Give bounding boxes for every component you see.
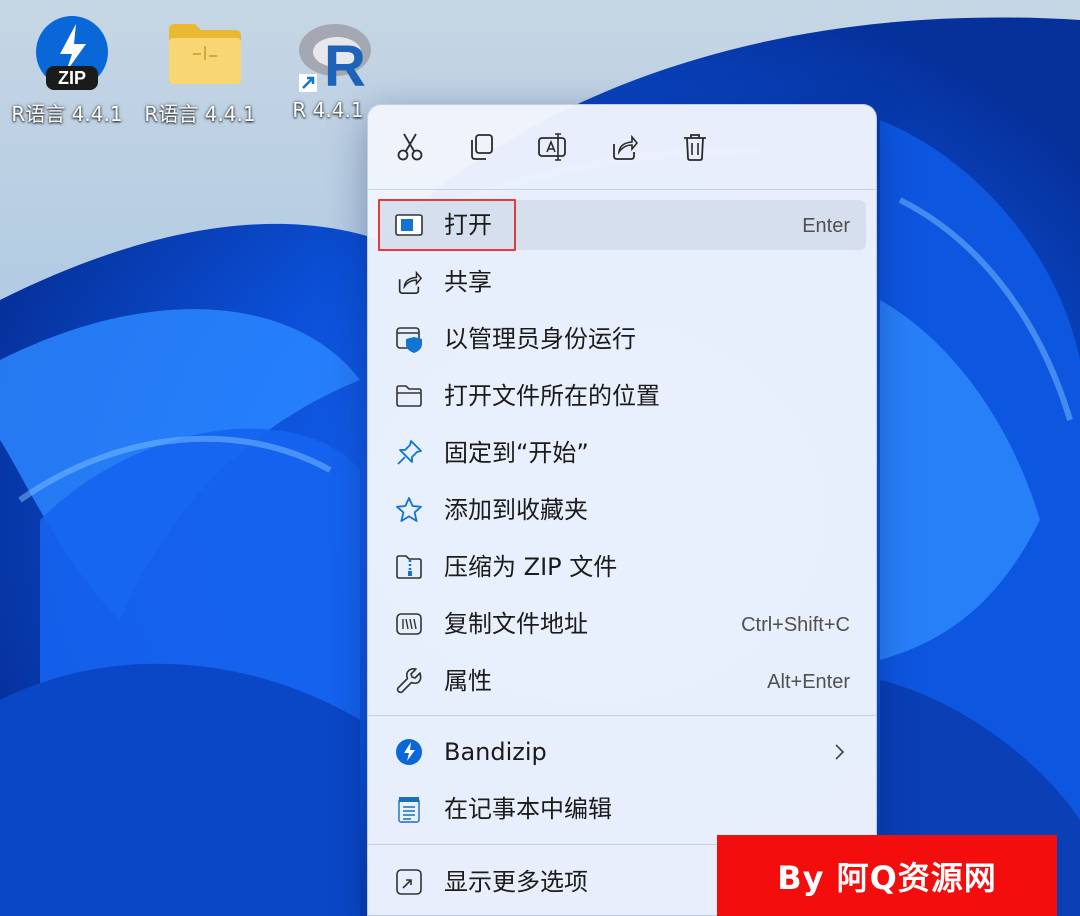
star-icon — [395, 496, 423, 524]
folder-icon — [169, 24, 241, 84]
desktop-icon-r-folder[interactable]: R语言 4.4.1 — [140, 10, 260, 130]
delete-button[interactable] — [675, 127, 715, 167]
rename-button[interactable] — [532, 127, 572, 167]
menu-item-label: 在记事本中编辑 — [444, 795, 612, 823]
watermark-banner: By 阿Q资源网 — [717, 835, 1057, 916]
context-menu-toolbar — [368, 105, 876, 189]
folder-icon — [395, 382, 423, 410]
menu-separator — [368, 715, 876, 716]
zip-badge-text: ZIP — [58, 68, 86, 88]
share-icon — [395, 268, 423, 296]
shield-admin-icon — [395, 325, 423, 353]
menu-item-shortcut: Enter — [802, 215, 850, 237]
trash-icon — [684, 134, 706, 161]
copy-icon — [471, 134, 493, 160]
menu-item-label: 显示更多选项 — [444, 868, 588, 896]
cut-button[interactable] — [390, 127, 430, 167]
desktop-icon-r-zip[interactable]: ZIP R语言 4.4.1 — [7, 10, 127, 130]
menu-item-copy-path[interactable]: 复制文件地址 Ctrl+Shift+C — [378, 599, 866, 649]
menu-item-label: 以管理员身份运行 — [444, 325, 636, 353]
menu-item-pin-to-start[interactable]: 固定到“开始” — [378, 428, 866, 478]
zip-folder-icon — [395, 553, 423, 581]
menu-item-properties[interactable]: 属性 Alt+Enter — [378, 656, 866, 706]
red-highlight-annotation — [378, 199, 516, 251]
menu-item-shortcut: Alt+Enter — [767, 671, 850, 693]
menu-item-label: 属性 — [444, 667, 492, 695]
notepad-icon — [395, 795, 423, 823]
menu-item-label: 压缩为 ZIP 文件 — [444, 553, 618, 581]
menu-item-edit-in-notepad[interactable]: 在记事本中编辑 — [378, 784, 866, 834]
menu-item-label: 共享 — [444, 268, 492, 296]
menu-item-label: 添加到收藏夹 — [444, 496, 588, 524]
copy-button[interactable] — [461, 127, 501, 167]
wrench-icon — [395, 667, 423, 695]
scissors-icon — [397, 133, 423, 161]
copy-path-icon — [395, 610, 423, 638]
menu-item-share[interactable]: 共享 — [378, 257, 866, 307]
menu-item-label: 打开文件所在的位置 — [444, 382, 660, 410]
menu-item-compress-zip[interactable]: 压缩为 ZIP 文件 — [378, 542, 866, 592]
pin-icon — [395, 439, 423, 467]
menu-item-bandizip[interactable]: Bandizip — [378, 727, 866, 777]
context-menu: 打开 Enter 共享 以管理员身份运行 打开文件所在的位置 固定到“开始” 添… — [367, 104, 877, 916]
share-button[interactable] — [604, 127, 644, 167]
menu-item-label: 固定到“开始” — [444, 439, 589, 467]
more-options-icon — [395, 868, 423, 896]
menu-item-shortcut: Ctrl+Shift+C — [741, 614, 850, 636]
menu-item-open-file-location[interactable]: 打开文件所在的位置 — [378, 371, 866, 421]
chevron-right-icon — [835, 744, 845, 760]
desktop-icon-label: R语言 4.4.1 — [144, 102, 256, 126]
rename-icon — [538, 133, 566, 161]
share-icon — [613, 134, 638, 160]
menu-item-label: Bandizip — [444, 738, 547, 766]
zip-archive-icon: ZIP — [36, 16, 108, 90]
menu-item-run-as-admin[interactable]: 以管理员身份运行 — [378, 314, 866, 364]
menu-item-label: 复制文件地址 — [444, 610, 588, 638]
menu-separator — [368, 189, 876, 190]
bandizip-icon — [395, 738, 423, 766]
menu-item-add-to-favorites[interactable]: 添加到收藏夹 — [378, 485, 866, 535]
r-logo-icon: R — [299, 24, 371, 94]
desktop-icon-label: R语言 4.4.1 — [11, 102, 123, 126]
r-glyph: R — [324, 34, 366, 94]
